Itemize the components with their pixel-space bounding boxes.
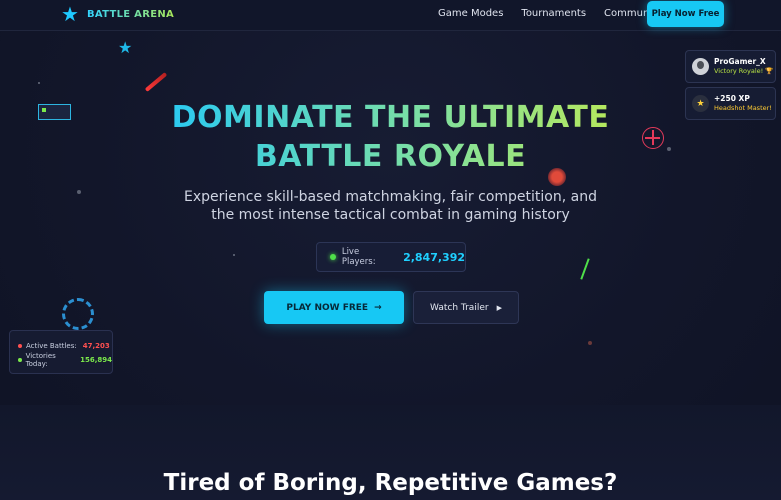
live-players-count: 2,847,392 [403, 250, 465, 264]
star-icon: ★ [61, 2, 79, 26]
live-players-label: Live Players: [341, 247, 376, 267]
active-battles-label: Active Battles: [26, 342, 77, 350]
xp-notification: ★ +250 XP Headshot Master! [685, 87, 776, 120]
victories-today-row: Victories Today: 156,894 [18, 352, 112, 368]
battle-stats-card: Active Battles: 47,203 Victories Today: … [9, 330, 113, 374]
dot-decoration [77, 190, 81, 194]
top-navbar: ★ BATTLE ARENA Game Modes Tournaments Co… [0, 0, 781, 31]
live-dot-icon [330, 254, 336, 260]
dot-decoration [588, 341, 592, 345]
active-battles-value: 47,203 [82, 342, 110, 350]
star-icon: ★ [118, 38, 133, 57]
section-heading: Tired of Boring, Repetitive Games? [163, 470, 618, 496]
hero-title-line1: DOMINATE THE ULTIMATE [0, 100, 781, 135]
green-dot-icon [18, 358, 22, 362]
play-icon: ▶ [496, 303, 502, 312]
live-players-badge: Live Players: 2,847,392 [316, 242, 466, 272]
active-battles-row: Active Battles: 47,203 [18, 339, 112, 353]
play-now-free-label: PLAY NOW FREE [286, 302, 369, 313]
hero-subtitle: Experience skill-based matchmaking, fair… [184, 189, 597, 223]
play-now-free-button[interactable]: PLAY NOW FREE → [264, 291, 404, 324]
notification-title: +250 XP [714, 94, 750, 103]
dot-decoration [38, 82, 40, 84]
star-coin-icon: ★ [692, 95, 709, 112]
notification-title: ProGamer_X [714, 57, 766, 66]
notification-subtitle: Headshot Master! [714, 104, 772, 112]
nav-links: Game Modes Tournaments Community [438, 8, 662, 19]
dot-decoration [233, 254, 235, 256]
arrow-right-icon: → [374, 302, 382, 313]
watch-trailer-label: Watch Trailer [430, 302, 489, 313]
nav-link-tournaments[interactable]: Tournaments [521, 8, 586, 19]
brand-name: BATTLE ARENA [86, 8, 175, 20]
brand-logo[interactable]: ★ BATTLE ARENA [61, 4, 174, 24]
dashed-ring-decoration [62, 298, 94, 330]
red-dot-icon [18, 344, 22, 348]
notification-subtitle: Victory Royale! 🏆 [714, 67, 774, 75]
avatar [692, 58, 709, 75]
nav-link-game-modes[interactable]: Game Modes [438, 8, 503, 19]
victories-today-label: Victories Today: [25, 352, 56, 368]
nav-play-now-button[interactable]: Play Now Free [647, 1, 724, 27]
victory-notification: ProGamer_X Victory Royale! 🏆 [685, 50, 776, 83]
hero-title-line2: BATTLE ROYALE [0, 139, 781, 174]
watch-trailer-button[interactable]: Watch Trailer ▶ [413, 291, 519, 324]
victories-today-value: 156,894 [80, 356, 112, 364]
